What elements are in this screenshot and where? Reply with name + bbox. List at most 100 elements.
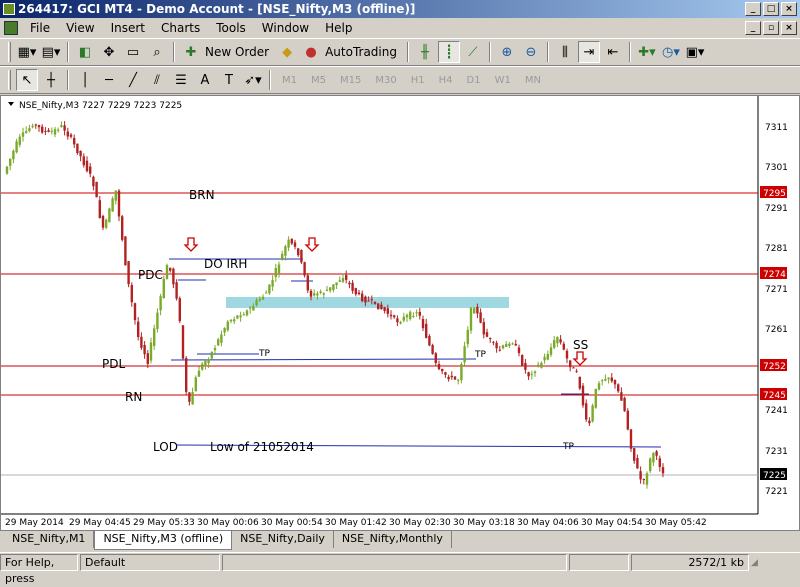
- candle-body: [172, 268, 175, 285]
- timeframe-mn[interactable]: MN: [525, 75, 541, 86]
- candle-body: [18, 136, 21, 145]
- candle-body: [274, 268, 277, 278]
- trendline-icon[interactable]: ╱: [122, 69, 144, 91]
- candle-body: [306, 275, 309, 291]
- menu-charts[interactable]: Charts: [153, 21, 208, 35]
- candle-body: [191, 392, 194, 405]
- candle-body: [105, 219, 108, 228]
- arrows-icon[interactable]: ➶▾: [242, 69, 264, 91]
- candle-body: [383, 307, 386, 311]
- menu-insert[interactable]: Insert: [103, 21, 153, 35]
- chart-header: NSE_Nifty,M3 7227 7229 7223 7225: [19, 101, 182, 111]
- vertical-line-icon[interactable]: │: [74, 69, 96, 91]
- periods-icon[interactable]: ◷▾: [660, 41, 682, 63]
- zoom-out-icon[interactable]: ⊖: [520, 41, 542, 63]
- zoom-in-icon[interactable]: ⊕: [496, 41, 518, 63]
- timeframe-h4[interactable]: H4: [439, 75, 453, 86]
- candle-body: [325, 289, 329, 291]
- new-order-button[interactable]: New Order: [205, 45, 269, 59]
- candle-body: [540, 362, 543, 368]
- text-label-icon[interactable]: T: [218, 69, 240, 91]
- candlestick-icon[interactable]: ┋: [437, 41, 460, 63]
- resize-grip-icon[interactable]: ◢: [751, 558, 763, 568]
- templates-icon[interactable]: ▣▾: [684, 41, 706, 63]
- toolbar-separator: [269, 70, 271, 90]
- market-watch-icon[interactable]: ◧: [74, 41, 96, 63]
- timeframe-m1[interactable]: M1: [282, 75, 297, 86]
- candle-body: [594, 388, 597, 408]
- supply-zone[interactable]: [226, 297, 509, 308]
- candle-body: [114, 190, 117, 201]
- cursor-icon[interactable]: ↖: [16, 69, 38, 91]
- menu-window[interactable]: Window: [254, 21, 317, 35]
- child-minimize-button[interactable]: _: [745, 21, 761, 35]
- level-badge-text: 7245: [763, 391, 786, 401]
- candle-body: [380, 304, 383, 310]
- tab-nse-nifty-monthly[interactable]: NSE_Nifty,Monthly: [334, 531, 452, 548]
- candle-body: [405, 314, 409, 318]
- candle-body: [527, 372, 530, 377]
- minimize-button[interactable]: _: [745, 2, 761, 16]
- candle-body: [37, 125, 41, 128]
- candle-body: [319, 291, 322, 293]
- child-window-controls: _ ▫ ×: [745, 21, 797, 35]
- line-chart-icon[interactable]: ⟋: [462, 41, 484, 63]
- crosshair-icon[interactable]: ┼: [40, 69, 62, 91]
- timeframe-h1[interactable]: H1: [411, 75, 425, 86]
- strategy-tester-icon[interactable]: ⌕: [146, 41, 168, 63]
- fibonacci-icon[interactable]: ☰: [170, 69, 192, 91]
- candle-body: [9, 158, 12, 166]
- label-tp-1: TP: [258, 349, 270, 359]
- candle-body: [293, 242, 297, 247]
- candle-body: [357, 292, 361, 295]
- candle-body: [434, 353, 437, 364]
- level-badge-text: 7295: [763, 189, 786, 199]
- child-restore-button[interactable]: ▫: [763, 21, 779, 35]
- candle-body: [661, 467, 665, 474]
- menu-view[interactable]: View: [58, 21, 102, 35]
- bar-chart-icon[interactable]: ╫: [414, 41, 436, 63]
- tab-nse-nifty-m1[interactable]: NSE_Nifty,M1: [4, 531, 95, 548]
- navigator-icon[interactable]: ✥: [98, 41, 120, 63]
- menu-help[interactable]: Help: [317, 21, 360, 35]
- horizontal-line-icon[interactable]: ─: [98, 69, 120, 91]
- child-close-button[interactable]: ×: [781, 21, 797, 35]
- chart-shift-icon[interactable]: ⇥: [577, 41, 600, 63]
- metaeditor-icon[interactable]: ◆: [276, 41, 298, 63]
- autotrading-button[interactable]: AutoTrading: [325, 45, 397, 59]
- autoscroll-icon[interactable]: ⇤: [602, 41, 624, 63]
- equidistant-channel-icon[interactable]: ⫽: [146, 69, 168, 91]
- status-profile[interactable]: Default: [80, 554, 220, 571]
- timeframe-m5[interactable]: M5: [311, 75, 326, 86]
- new-order-icon[interactable]: ✚: [180, 41, 202, 63]
- candle-body: [649, 458, 652, 472]
- candle-body: [645, 473, 649, 485]
- maximize-button[interactable]: □: [763, 2, 779, 16]
- timeframe-m30[interactable]: M30: [375, 75, 396, 86]
- autotrading-icon[interactable]: ●: [300, 41, 322, 63]
- price-chart[interactable]: NSE_Nifty,M3 7227 7229 7223 7225 BRN PDC…: [1, 96, 799, 530]
- candle-body: [460, 364, 463, 381]
- tab-nse-nifty-daily[interactable]: NSE_Nifty,Daily: [232, 531, 334, 548]
- menu-file[interactable]: File: [22, 21, 58, 35]
- text-icon[interactable]: A: [194, 69, 216, 91]
- profiles-icon[interactable]: ▤▾: [40, 41, 62, 63]
- time-label: 29 May 04:45: [69, 518, 131, 528]
- plot-area[interactable]: [1, 96, 758, 530]
- chart-window[interactable]: NSE_Nifty,M3 7227 7229 7223 7225 BRN PDC…: [0, 95, 800, 531]
- menu-tools[interactable]: Tools: [208, 21, 254, 35]
- timeframe-m15[interactable]: M15: [340, 75, 361, 86]
- candle-body: [415, 312, 418, 314]
- tab-nse-nifty-m3[interactable]: NSE_Nifty,M3 (offline): [94, 531, 233, 550]
- time-label: 30 May 04:54: [581, 518, 643, 528]
- tile-windows-icon[interactable]: ⫼: [554, 41, 576, 63]
- candle-body: [553, 340, 556, 348]
- new-chart-icon[interactable]: ▦▾: [16, 41, 38, 63]
- candle-body: [156, 312, 159, 330]
- terminal-icon[interactable]: ▭: [122, 41, 144, 63]
- indicators-icon[interactable]: ✚▾: [636, 41, 658, 63]
- timeframe-d1[interactable]: D1: [467, 75, 481, 86]
- timeframe-w1[interactable]: W1: [495, 75, 511, 86]
- close-button[interactable]: ×: [781, 2, 797, 16]
- candle-body: [463, 346, 466, 363]
